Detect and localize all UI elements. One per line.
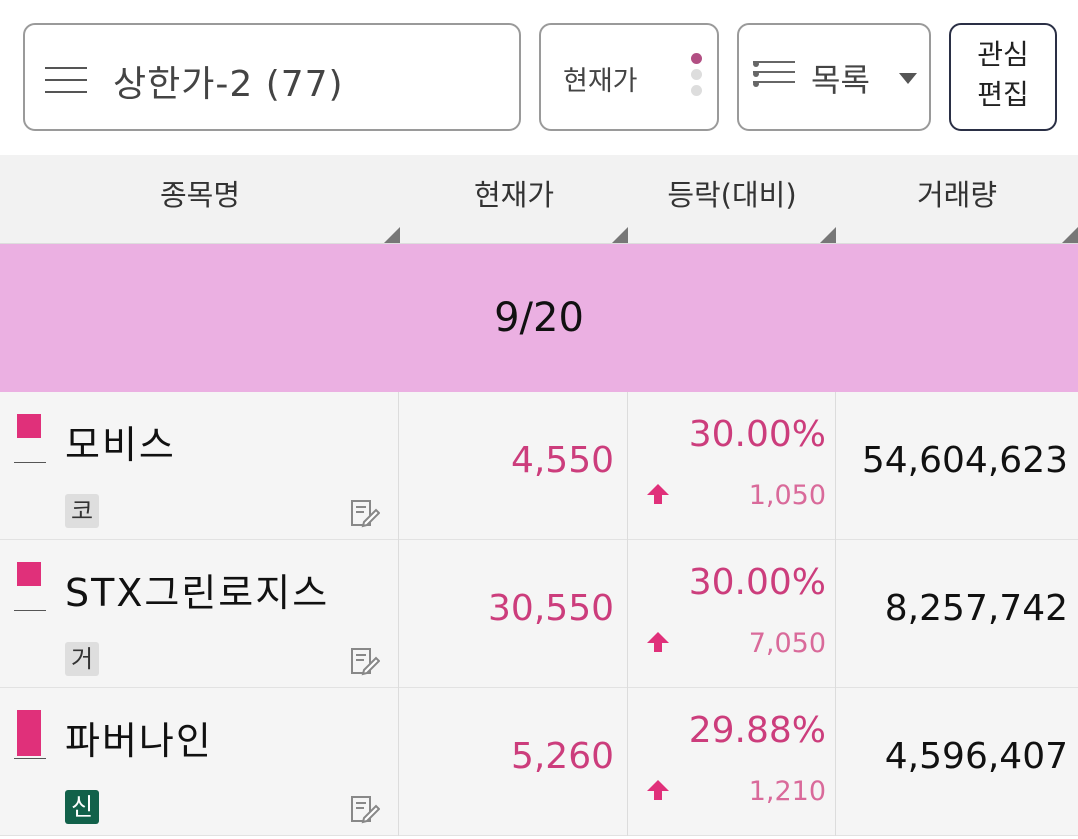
memo-edit-icon[interactable] (350, 646, 380, 676)
header-stock-name-label: 종목명 (159, 178, 241, 212)
header-current-price-label: 현재가 (473, 178, 555, 212)
header-volume[interactable]: 거래량 (836, 155, 1078, 244)
market-badge: 코 (65, 494, 99, 528)
chevron-down-icon (899, 73, 917, 84)
memo-edit-icon[interactable] (350, 794, 380, 824)
top-toolbar: 상한가-2 (77) 현재가 목록 관심 편집 (0, 0, 1078, 155)
stock-name: STX그린로지스 (65, 571, 330, 615)
bookmark-flag-icon (17, 710, 41, 756)
price-mode-label: 현재가 (563, 66, 638, 97)
stock-name: 모비스 (65, 423, 176, 467)
change-rate: 29.88% (688, 710, 826, 751)
change-amount: 1,050 (748, 480, 826, 511)
sort-indicator-icon (612, 227, 628, 243)
current-price: 4,550 (510, 440, 614, 481)
trading-volume: 8,257,742 (884, 588, 1068, 629)
change-rate: 30.00% (688, 414, 826, 455)
flag-underline (14, 610, 46, 611)
watchlist-group-selector[interactable]: 상한가-2 (77) (23, 23, 521, 131)
table-row[interactable]: 파버나인 신 5,260 29.88% 1,210 4,596,407 (0, 688, 1078, 836)
view-mode-dropdown[interactable]: 목록 (737, 23, 931, 131)
memo-edit-icon[interactable] (350, 498, 380, 528)
header-stock-name[interactable]: 종목명 (0, 155, 400, 244)
date-separator: 9/20 (0, 244, 1078, 392)
edit-button-line1: 관심 (977, 38, 1029, 71)
table-header: 종목명 현재가 등락(대비) 거래량 (0, 155, 1078, 244)
sort-indicator-icon (820, 227, 836, 243)
header-volume-label: 거래량 (916, 178, 998, 212)
trading-volume: 54,604,623 (861, 440, 1068, 481)
table-row[interactable]: 모비스 코 4,550 30.00% 1,050 54,604,623 (0, 392, 1078, 540)
header-current-price[interactable]: 현재가 (400, 155, 628, 244)
watchlist-group-title: 상한가-2 (77) (113, 64, 344, 105)
hamburger-menu-icon[interactable] (45, 67, 87, 93)
stock-name: 파버나인 (65, 719, 213, 763)
market-badge: 신 (65, 790, 99, 824)
list-view-icon (753, 61, 795, 93)
price-mode-toggle[interactable]: 현재가 (539, 23, 719, 131)
sort-indicator-icon (1062, 227, 1078, 243)
current-price: 30,550 (488, 588, 614, 629)
edit-watchlist-button[interactable]: 관심 편집 (949, 23, 1057, 131)
change-amount: 7,050 (748, 628, 826, 659)
change-rate: 30.00% (688, 562, 826, 603)
page-indicator-dots (691, 53, 703, 101)
bookmark-flag-icon (17, 414, 41, 438)
market-badge: 거 (65, 642, 99, 676)
sort-indicator-icon (384, 227, 400, 243)
trading-volume: 4,596,407 (884, 736, 1068, 777)
flag-underline (14, 462, 46, 463)
table-row[interactable]: STX그린로지스 거 30,550 30.00% 7,050 8,257,742 (0, 540, 1078, 688)
bookmark-flag-icon (17, 562, 41, 586)
current-price: 5,260 (510, 736, 614, 777)
flag-underline (14, 758, 46, 759)
edit-button-line2: 편집 (977, 78, 1029, 111)
header-change-label: 등락(대비) (667, 178, 797, 212)
change-amount: 1,210 (748, 776, 826, 807)
header-change[interactable]: 등락(대비) (628, 155, 836, 244)
view-mode-label: 목록 (811, 61, 870, 99)
